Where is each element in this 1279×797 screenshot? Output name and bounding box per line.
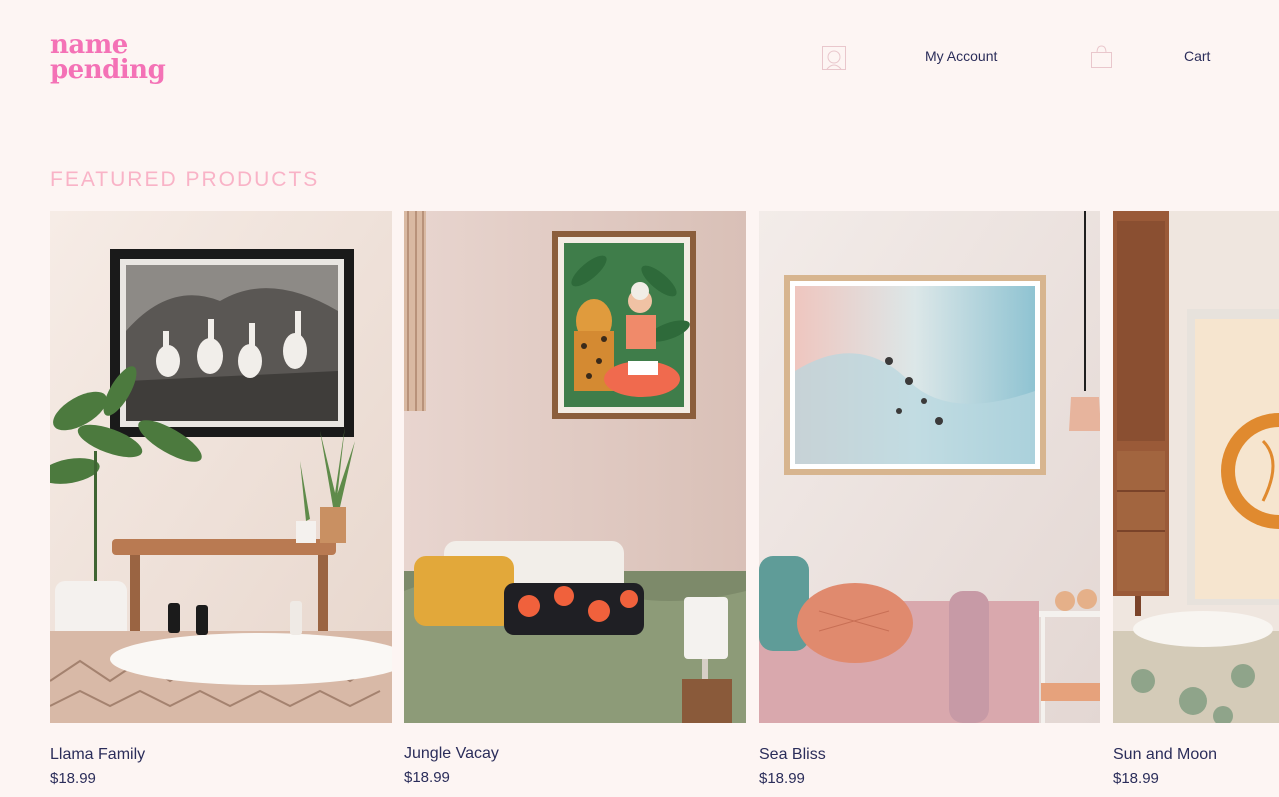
product-card-sea-bliss[interactable]: Sea Bliss $18.99 — [759, 211, 1100, 787]
brand-logo-line2: pending — [50, 55, 166, 85]
section-title: FEATURED PRODUCTS — [50, 168, 320, 191]
account-icon[interactable] — [822, 46, 846, 70]
product-card-sun-and-moon[interactable]: Sun and Moon $18.99 — [1113, 211, 1279, 787]
product-name[interactable]: Sun and Moon — [1113, 746, 1279, 766]
product-name[interactable]: Llama Family — [50, 746, 392, 766]
cart-link[interactable]: Cart — [1184, 48, 1210, 64]
product-image[interactable] — [50, 211, 392, 723]
product-name[interactable]: Sea Bliss — [759, 746, 1100, 766]
shopping-bag-icon[interactable] — [1090, 45, 1114, 69]
product-card-llama-family[interactable]: Llama Family $18.99 — [50, 211, 392, 787]
product-name[interactable]: Jungle Vacay — [404, 745, 746, 765]
product-image[interactable] — [404, 211, 746, 723]
page: name pending My Account Cart FEATURED PR… — [0, 0, 1279, 797]
product-price: $18.99 — [759, 770, 805, 787]
brand-logo[interactable]: name pending — [50, 32, 166, 85]
product-price: $18.99 — [404, 769, 450, 786]
product-image[interactable] — [1113, 211, 1279, 723]
my-account-link[interactable]: My Account — [925, 48, 997, 64]
product-card-jungle-vacay[interactable]: Jungle Vacay $18.99 — [404, 211, 746, 786]
product-price: $18.99 — [1113, 770, 1159, 787]
product-price: $18.99 — [50, 770, 96, 787]
product-image[interactable] — [759, 211, 1100, 723]
